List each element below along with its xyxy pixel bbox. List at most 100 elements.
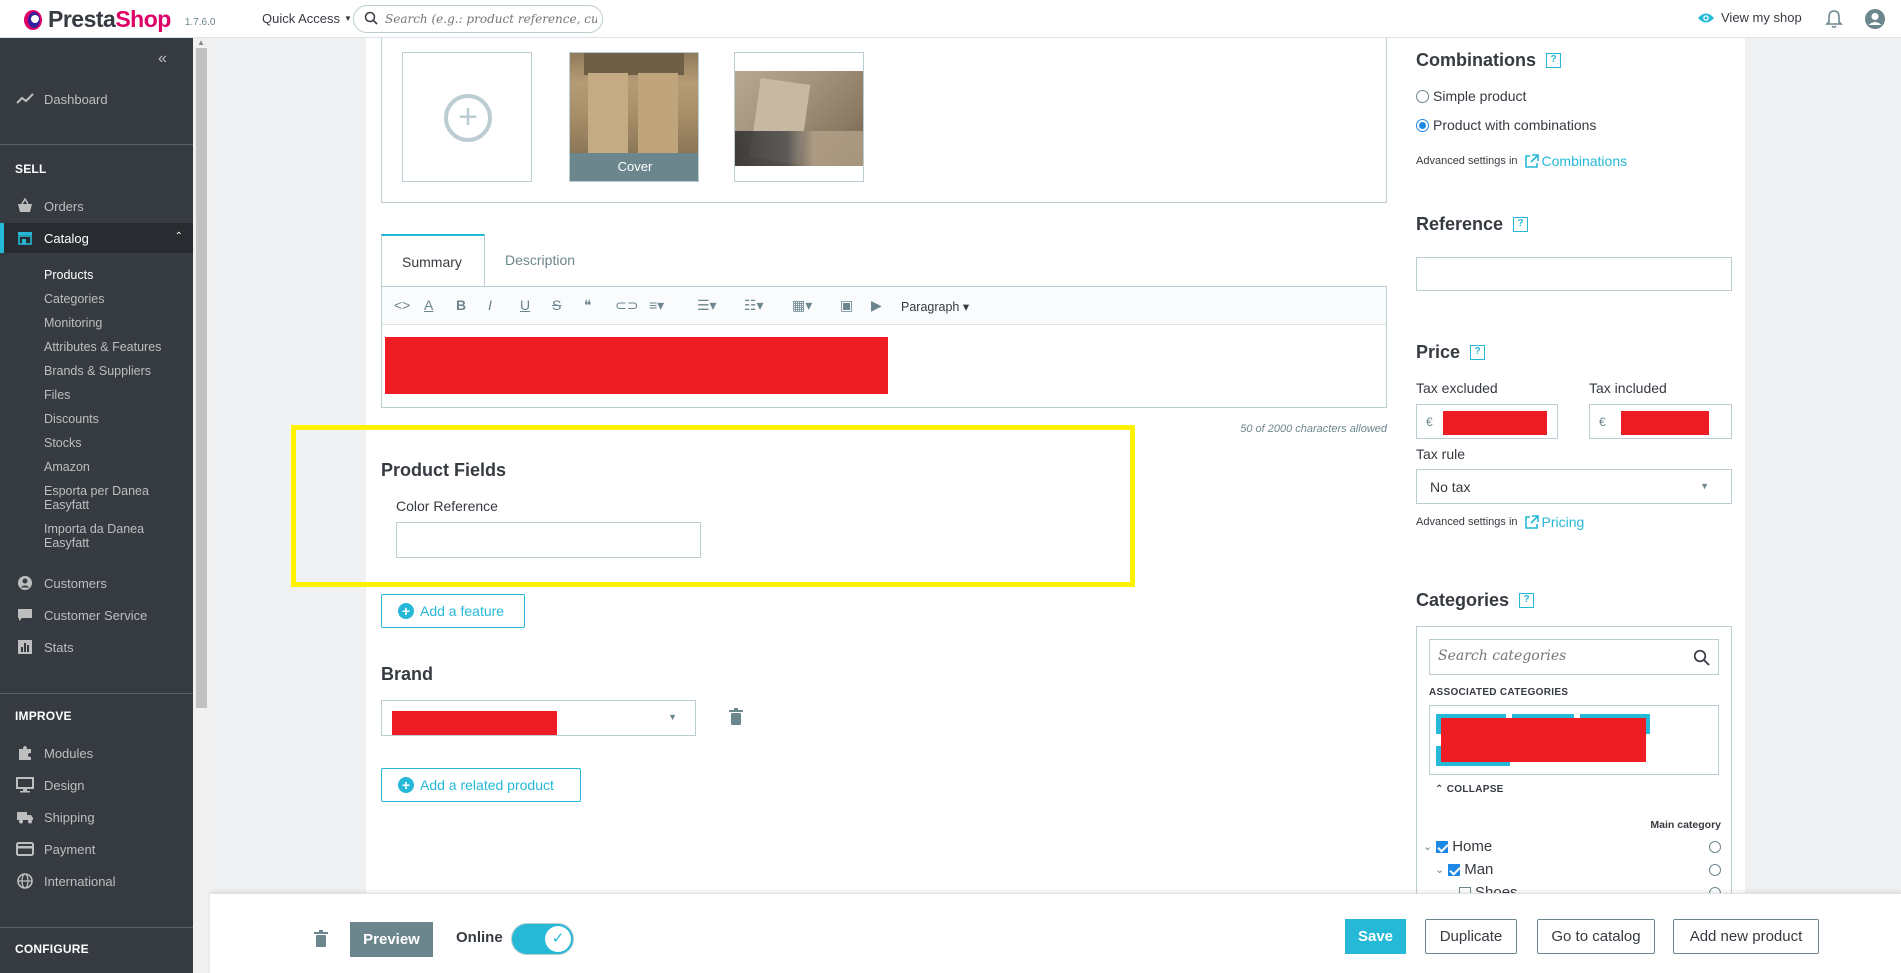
brand-select[interactable]: ▼ — [381, 700, 696, 736]
sidebar-sub-discounts[interactable]: Discounts — [44, 412, 184, 426]
radio-product-combinations[interactable]: Product with combinations — [1416, 117, 1596, 133]
logo-text-presta: Presta — [48, 6, 116, 32]
tree-item-man[interactable]: ⌄ Man — [1435, 861, 1725, 878]
bold-icon[interactable]: B — [456, 297, 466, 313]
sidebar-sub-amazon[interactable]: Amazon — [44, 460, 184, 474]
delete-brand-trash-icon[interactable] — [728, 708, 744, 726]
bullet-list-icon[interactable]: ☰▾ — [697, 297, 717, 314]
product-image-cover[interactable]: Cover — [569, 52, 699, 182]
category-search-input[interactable] — [1438, 648, 1678, 664]
global-search[interactable] — [353, 5, 603, 33]
tax-rule-select[interactable]: No tax ▼ — [1416, 469, 1732, 504]
help-icon[interactable]: ? — [1470, 345, 1486, 360]
product-image-2[interactable] — [734, 52, 864, 182]
add-related-product-button[interactable]: + Add a related product — [381, 768, 581, 802]
summary-rich-text-editor[interactable]: <> A B I U S ❝ ⊂⊃ ≡▾ ☰▾ ☷▾ ▦▾ ▣ ▶ Paragr… — [381, 286, 1387, 408]
blockquote-icon[interactable]: ❝ — [584, 297, 592, 314]
radio-simple-product[interactable]: Simple product — [1416, 88, 1526, 104]
scroll-up-arrow-icon[interactable]: ▲ — [197, 38, 205, 47]
numbered-list-icon[interactable]: ☷▾ — [744, 297, 764, 314]
collapse-sidebar-icon[interactable]: « — [158, 50, 167, 68]
underline-icon[interactable]: U — [520, 297, 530, 313]
media-icon[interactable]: ▶ — [871, 297, 882, 314]
sidebar-sub-esporta-danea[interactable]: Esporta per Danea Easyfatt — [44, 484, 184, 512]
page-scrollbar[interactable]: ▲ — [193, 38, 210, 973]
go-to-catalog-button[interactable]: Go to catalog — [1537, 919, 1655, 954]
associated-categories-label: ASSOCIATED CATEGORIES — [1429, 687, 1569, 698]
sidebar-item-dashboard[interactable]: Dashboard — [0, 84, 193, 114]
duplicate-button[interactable]: Duplicate — [1425, 919, 1517, 954]
strikethrough-icon[interactable]: S — [552, 297, 561, 313]
checkbox-home[interactable] — [1436, 840, 1449, 853]
sidebar-item-payment[interactable]: Payment — [0, 834, 193, 864]
preview-button[interactable]: Preview — [350, 922, 433, 957]
truck-icon — [17, 812, 33, 824]
sidebar-sub-brands[interactable]: Brands & Suppliers — [44, 364, 184, 378]
sidebar-item-customer-service[interactable]: Customer Service — [0, 600, 193, 630]
sidebar-item-shipping[interactable]: Shipping — [0, 802, 193, 832]
help-icon[interactable]: ? — [1513, 217, 1529, 232]
user-account-icon[interactable] — [1864, 8, 1886, 30]
global-search-input[interactable] — [385, 9, 597, 29]
tab-description[interactable]: Description — [485, 234, 605, 287]
align-left-icon[interactable]: ≡▾ — [649, 297, 664, 314]
external-link-icon — [1524, 514, 1539, 529]
sidebar-sub-stocks[interactable]: Stocks — [44, 436, 184, 450]
text-color-icon[interactable]: A — [424, 297, 433, 313]
sidebar-item-catalog[interactable]: Catalog ⌃ — [0, 223, 193, 253]
chevron-down-icon[interactable]: ⌄ — [1435, 863, 1444, 876]
source-code-icon[interactable]: <> — [394, 297, 410, 313]
sidebar-item-modules[interactable]: Modules — [0, 738, 193, 768]
sidebar-sub-products[interactable]: Products — [44, 268, 184, 282]
paragraph-format-dropdown[interactable]: Paragraph ▾ — [901, 299, 969, 314]
sidebar-item-customers[interactable]: Customers — [0, 568, 193, 598]
image-icon[interactable]: ▣ — [840, 297, 853, 314]
sidebar-sub-categories[interactable]: Categories — [44, 292, 184, 306]
scrollbar-thumb[interactable] — [196, 48, 207, 708]
delete-product-trash-icon[interactable] — [314, 930, 328, 948]
color-reference-input[interactable] — [396, 522, 701, 558]
radio-product-combinations-input[interactable] — [1416, 118, 1429, 132]
sidebar-sub-importa-danea[interactable]: Importa da Danea Easyfatt — [44, 522, 184, 550]
associated-categories-tags — [1429, 705, 1719, 775]
prestashop-logo[interactable]: PrestaShop 1.7.6.0 — [22, 6, 215, 33]
add-image-dropzone[interactable]: + — [402, 52, 532, 182]
reference-input[interactable] — [1416, 257, 1732, 291]
link-icon[interactable]: ⊂⊃ — [615, 297, 638, 314]
sidebar-sub-attributes[interactable]: Attributes & Features — [44, 340, 184, 354]
main-category-header: Main category — [1650, 819, 1721, 831]
sidebar-item-stats[interactable]: Stats — [0, 632, 193, 662]
combinations-link[interactable]: Combinations — [1524, 153, 1627, 169]
radio-simple-product-input[interactable] — [1416, 89, 1429, 103]
tree-item-home[interactable]: ⌄ Home — [1423, 838, 1725, 855]
tab-summary[interactable]: Summary — [381, 234, 485, 287]
add-new-product-button[interactable]: Add new product — [1673, 919, 1819, 954]
pricing-link[interactable]: Pricing — [1524, 514, 1584, 530]
help-icon[interactable]: ? — [1519, 593, 1535, 608]
table-icon[interactable]: ▦▾ — [792, 297, 812, 314]
price-tax-included-input[interactable]: € — [1589, 404, 1732, 439]
main-category-radio-man[interactable] — [1709, 863, 1721, 876]
quick-access-menu[interactable]: Quick Access ▼ — [262, 11, 352, 26]
help-icon[interactable]: ? — [1546, 53, 1561, 68]
italic-icon[interactable]: I — [488, 297, 492, 313]
sidebar-sub-files[interactable]: Files — [44, 388, 184, 402]
sidebar-item-international[interactable]: International — [0, 866, 193, 896]
category-search[interactable] — [1429, 639, 1719, 675]
view-shop-link[interactable]: View my shop — [1697, 10, 1802, 25]
save-button[interactable]: Save — [1345, 919, 1406, 954]
sidebar-item-orders[interactable]: Orders — [0, 191, 193, 221]
main-category-radio-home[interactable] — [1709, 840, 1721, 853]
add-feature-button[interactable]: + Add a feature — [381, 594, 525, 628]
collapse-tree-toggle[interactable]: ⌃ COLLAPSE — [1435, 784, 1504, 795]
price-tax-excluded-input[interactable]: € — [1416, 404, 1558, 439]
chevron-down-icon[interactable]: ⌄ — [1423, 840, 1432, 853]
chevron-up-icon: ⌃ — [174, 231, 183, 242]
plus-circle-icon: + — [398, 777, 414, 793]
checkbox-man[interactable] — [1448, 863, 1461, 876]
sidebar-sub-monitoring[interactable]: Monitoring — [44, 316, 184, 330]
redacted-price-excluded — [1443, 411, 1547, 435]
sidebar-item-design[interactable]: Design — [0, 770, 193, 800]
online-toggle[interactable]: ✓ — [511, 923, 574, 955]
notifications-bell-icon[interactable] — [1825, 9, 1843, 29]
